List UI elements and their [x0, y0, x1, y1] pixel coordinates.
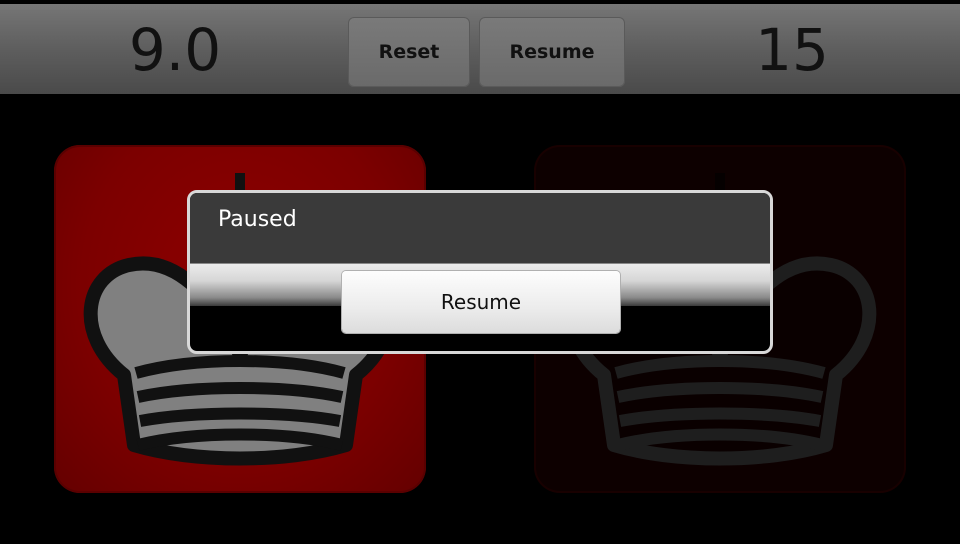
- dialog-title-bar: Paused: [190, 193, 770, 264]
- resume-button[interactable]: Resume: [479, 17, 625, 87]
- chess-clock-screen: 9.0 Reset Resume 15 Paused Resume: [0, 0, 960, 544]
- dialog-resume-button[interactable]: Resume: [342, 271, 620, 333]
- top-bar: 9.0 Reset Resume 15: [0, 4, 960, 94]
- reset-button[interactable]: Reset: [348, 17, 470, 87]
- right-player-time: 15: [755, 16, 829, 84]
- paused-dialog: Paused Resume: [187, 190, 773, 354]
- dialog-title: Paused: [218, 207, 297, 232]
- left-player-time: 9.0: [128, 16, 222, 84]
